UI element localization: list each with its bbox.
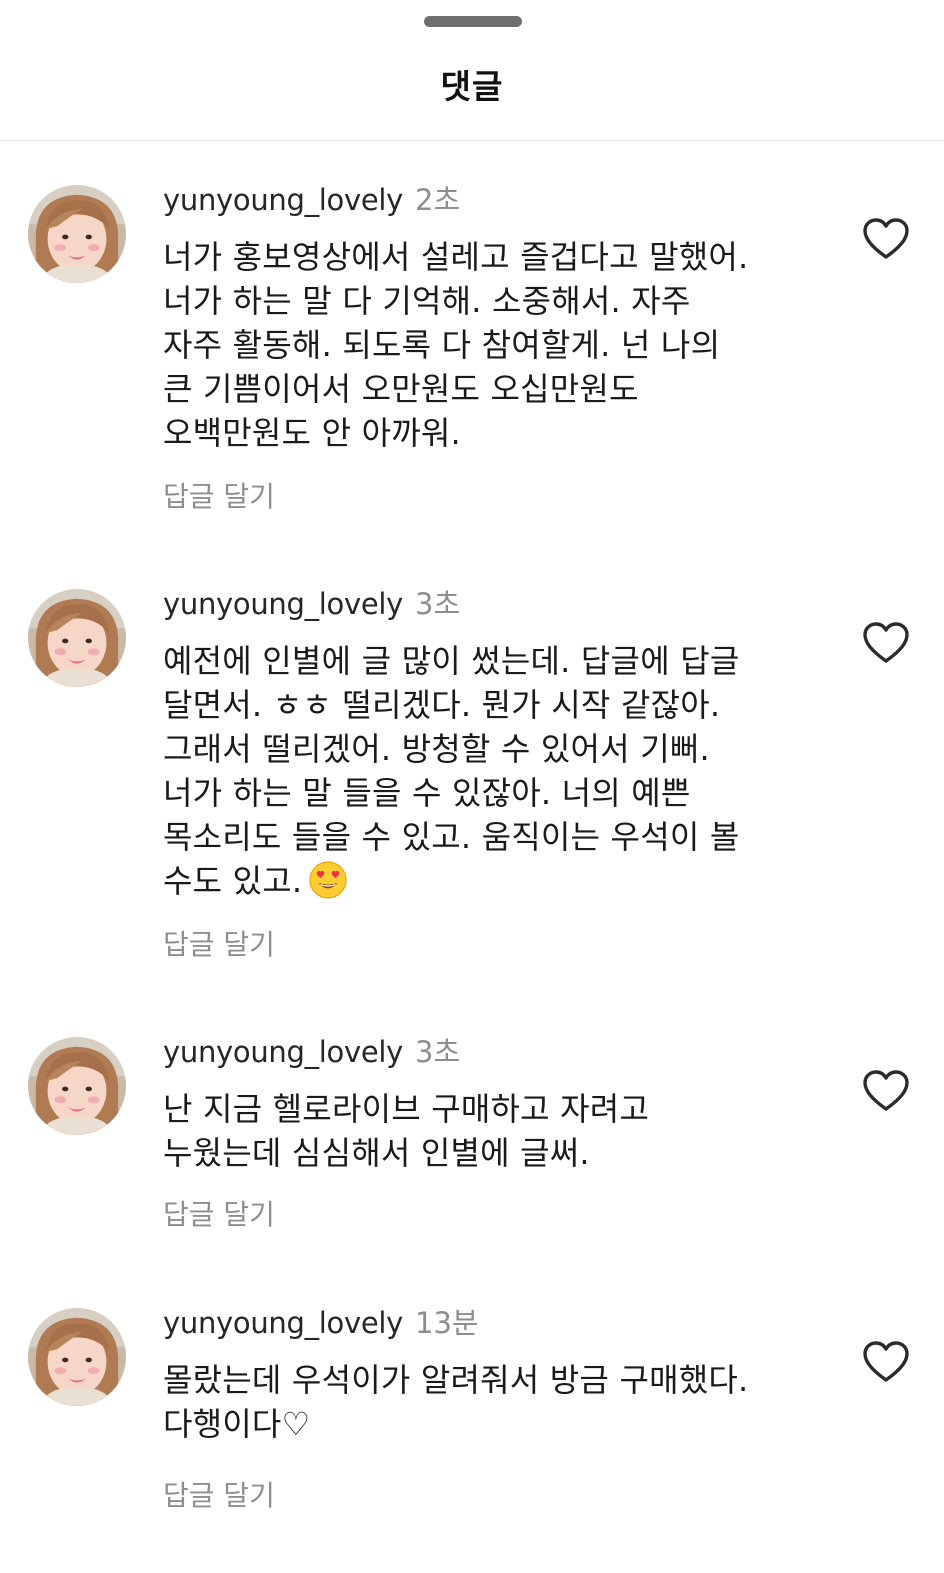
- comment-meta: yunyoung_lovely 2초: [163, 181, 460, 219]
- heart-outline-icon: [862, 217, 910, 261]
- heart-outline-icon: [862, 1069, 910, 1113]
- like-button[interactable]: [862, 621, 910, 665]
- comment-line: 달면서. ㅎㅎ 떨리겠다. 뭔가 시작 같잖아.: [163, 686, 721, 724]
- heart-outline-icon: [862, 621, 910, 665]
- reply-button[interactable]: 답글 달기: [163, 475, 275, 515]
- avatar[interactable]: [28, 1037, 126, 1135]
- comment-text: 너가 홍보영상에서 설레고 즐겁다고 말했어. 너가 하는 말 다 기억해. 소…: [163, 235, 823, 455]
- comment-line: 다행이다♡: [163, 1405, 311, 1443]
- page-title: 댓글: [440, 67, 504, 106]
- comment-line: 오백만원도 안 아까워.: [163, 414, 461, 452]
- avatar-image: [28, 1308, 126, 1406]
- heart-outline-icon: [862, 1340, 910, 1384]
- comment-time: 2초: [415, 183, 461, 217]
- comment-line: 난 지금 헬로라이브 구매하고 자려고: [163, 1090, 650, 1128]
- comment-username[interactable]: yunyoung_lovely: [163, 183, 403, 217]
- drag-handle[interactable]: [424, 16, 522, 27]
- comment-line: 그래서 떨리겠어. 방청할 수 있어서 기뻐.: [163, 730, 710, 768]
- like-button[interactable]: [862, 1069, 910, 1113]
- comment-line: 예전에 인별에 글 많이 썼는데. 답글에 답글: [163, 642, 740, 680]
- comment-username[interactable]: yunyoung_lovely: [163, 587, 403, 621]
- comment-line: 목소리도 들을 수 있고. 움직이는 우석이 볼: [163, 818, 740, 856]
- comment-time: 3초: [415, 587, 461, 621]
- comment-meta: yunyoung_lovely 3초: [163, 585, 460, 623]
- avatar-image: [28, 589, 126, 687]
- avatar-image: [28, 185, 126, 283]
- comment-line: 큰 기쁨이어서 오만원도 오십만원도: [163, 370, 639, 408]
- reply-button[interactable]: 답글 달기: [163, 923, 275, 963]
- comment-line: 자주 활동해. 되도록 다 참여할게. 넌 나의: [163, 326, 721, 364]
- comment-line: 너가 홍보영상에서 설레고 즐겁다고 말했어.: [163, 238, 749, 276]
- reply-button[interactable]: 답글 달기: [163, 1193, 275, 1233]
- comment-line-last: 수도 있고.: [163, 859, 823, 903]
- avatar[interactable]: [28, 1308, 126, 1406]
- comment-line: 수도 있고.: [163, 862, 303, 900]
- like-button[interactable]: [862, 1340, 910, 1384]
- avatar-image: [28, 1037, 126, 1135]
- avatar[interactable]: [28, 589, 126, 687]
- reply-button[interactable]: 답글 달기: [163, 1474, 275, 1514]
- comment-text: 예전에 인별에 글 많이 썼는데. 답글에 답글 달면서. ㅎㅎ 떨리겠다. 뭔…: [163, 639, 823, 903]
- comment-text: 몰랐는데 우석이가 알려줘서 방금 구매했다. 다행이다♡: [163, 1358, 823, 1446]
- comment-username[interactable]: yunyoung_lovely: [163, 1035, 403, 1069]
- comment-meta: yunyoung_lovely 13분: [163, 1304, 479, 1342]
- comment-meta: yunyoung_lovely 3초: [163, 1033, 460, 1071]
- sheet-header: 댓글: [0, 0, 944, 141]
- comment-line: 몰랐는데 우석이가 알려줘서 방금 구매했다.: [163, 1361, 749, 1399]
- comment-time: 3초: [415, 1035, 461, 1069]
- comment-line: 너가 하는 말 들을 수 있잖아. 너의 예쁜: [163, 774, 691, 812]
- avatar[interactable]: [28, 185, 126, 283]
- like-button[interactable]: [862, 217, 910, 261]
- comment-text: 난 지금 헬로라이브 구매하고 자려고 누웠는데 심심해서 인별에 글써.: [163, 1087, 823, 1175]
- comment-time: 13분: [415, 1306, 479, 1340]
- comment-username[interactable]: yunyoung_lovely: [163, 1306, 403, 1340]
- heart-eyes-emoji-icon: [309, 861, 347, 899]
- comment-line: 너가 하는 말 다 기억해. 소중해서. 자주: [163, 282, 691, 320]
- comment-line: 누웠는데 심심해서 인별에 글써.: [163, 1134, 590, 1172]
